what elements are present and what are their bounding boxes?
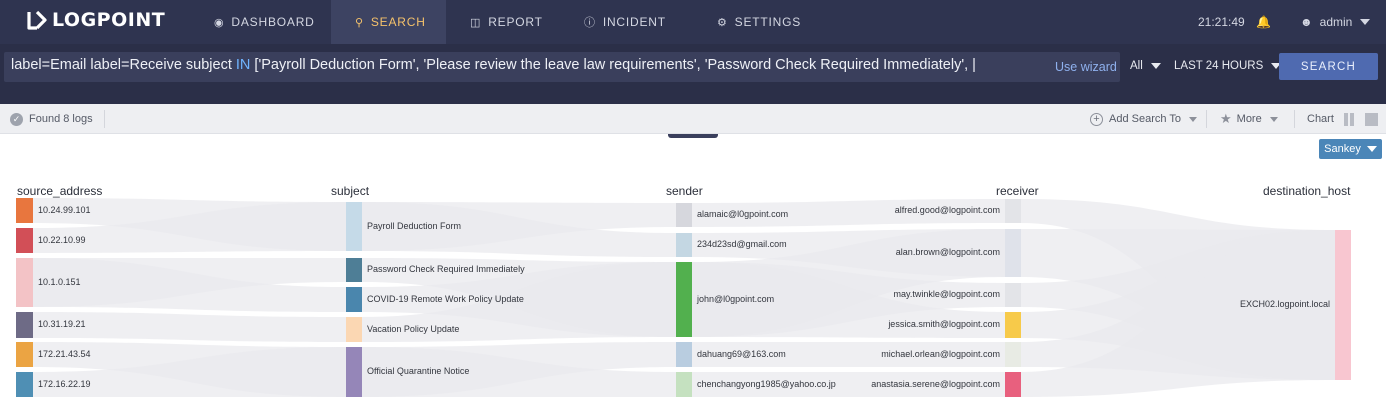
- sankey-node-label: 10.22.10.99: [38, 234, 86, 245]
- sankey-node-label: chenchangyong1985@yahoo.co.jp: [697, 378, 836, 389]
- sankey-node-label: 10.31.19.21: [38, 319, 86, 329]
- sankey-node-label: alamaic@l0gpoint.com: [697, 209, 789, 219]
- sankey-node-destination-host[interactable]: [1335, 230, 1351, 380]
- sankey-node-source-address[interactable]: [16, 198, 33, 223]
- sankey-node-label: EXCH02.logpoint.local: [1239, 299, 1330, 309]
- sankey-node-subject[interactable]: [346, 202, 362, 251]
- sankey-node-label: alan.brown@logpoint.com: [895, 247, 1000, 257]
- sankey-node-label: anastasia.serene@logpoint.com: [871, 378, 1000, 389]
- sankey-node-label: alfred.good@logpoint.com: [894, 205, 1000, 215]
- sankey-node-label: Payroll Deduction Form: [367, 220, 462, 231]
- sankey-chart: [16, 198, 1351, 397]
- sankey-node-label: Password Check Required Immediately: [367, 264, 525, 274]
- sankey-node-source-address[interactable]: [16, 372, 33, 397]
- sankey-node-sender[interactable]: [676, 372, 692, 397]
- sankey-node-source-address[interactable]: [16, 312, 33, 338]
- sankey-node-subject[interactable]: [346, 317, 362, 342]
- sankey-node-label: 10.24.99.101: [38, 204, 91, 215]
- sankey-node-subject[interactable]: [346, 258, 362, 282]
- sankey-node-label: michael.orlean@logpoint.com: [881, 348, 1000, 359]
- sankey-node-sender[interactable]: [676, 233, 692, 257]
- sankey-node-sender[interactable]: [676, 203, 692, 227]
- sankey-node-label: john@l0gpoint.com: [697, 293, 775, 304]
- sankey-node-label: jessica.smith@logpoint.com: [888, 319, 1000, 329]
- sankey-node-label: Official Quarantine Notice: [367, 366, 470, 376]
- sankey-node-label: 10.1.0.151: [38, 276, 81, 287]
- sankey-node-sender[interactable]: [676, 262, 692, 337]
- sankey-node-label: dahuang69@163.com: [697, 348, 786, 359]
- sankey-node-receiver[interactable]: [1005, 312, 1021, 338]
- sankey-node-label: Vacation Policy Update: [367, 323, 460, 334]
- sankey-node-subject[interactable]: [346, 287, 362, 312]
- sankey-node-receiver[interactable]: [1005, 229, 1021, 277]
- sankey-node-receiver[interactable]: [1005, 342, 1021, 367]
- sankey-node-label: 172.21.43.54: [38, 348, 91, 359]
- sankey-node-source-address[interactable]: [16, 258, 33, 307]
- sankey-node-label: 234d23sd@gmail.com: [697, 239, 787, 249]
- sankey-node-receiver[interactable]: [1005, 372, 1021, 397]
- sankey-node-source-address[interactable]: [16, 342, 33, 367]
- sankey-node-receiver[interactable]: [1005, 199, 1021, 223]
- sankey-node-label: COVID-19 Remote Work Policy Update: [367, 293, 524, 304]
- sankey-node-label: may.twinkle@logpoint.com: [893, 289, 1000, 299]
- sankey-node-source-address[interactable]: [16, 228, 33, 253]
- sankey-node-label: 172.16.22.19: [38, 378, 91, 389]
- sankey-node-subject[interactable]: [346, 347, 362, 397]
- sankey-node-sender[interactable]: [676, 342, 692, 367]
- sankey-node-receiver[interactable]: [1005, 283, 1021, 307]
